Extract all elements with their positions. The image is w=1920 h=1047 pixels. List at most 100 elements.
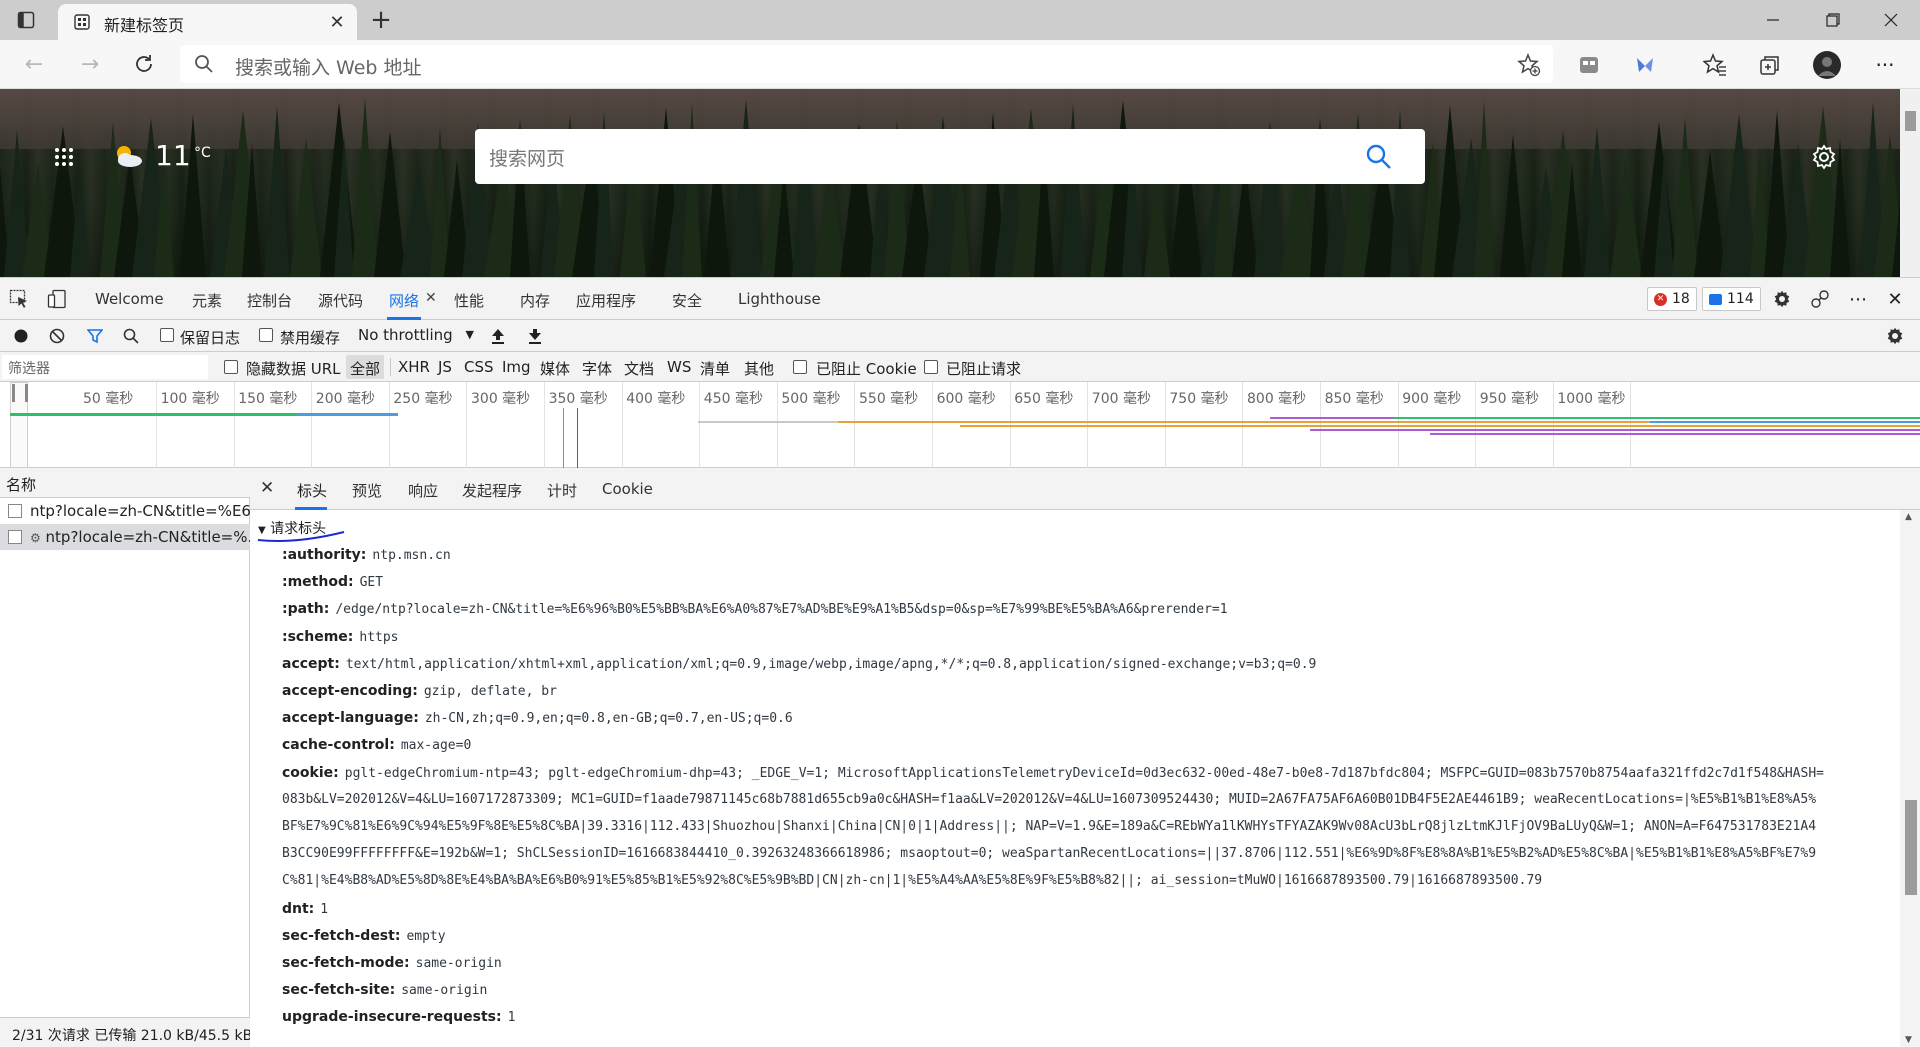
header-value: zh-CN,zh;q=0.9,en;q=0.8,en-GB;q=0.7,en-U… <box>424 711 793 727</box>
tab-console[interactable]: 控制台 <box>247 290 292 311</box>
tab-new-tab[interactable]: 新建标签页 ✕ <box>58 4 357 40</box>
tab-application[interactable]: 应用程序 <box>576 290 636 311</box>
filter-type-all[interactable]: 全部 <box>350 358 380 379</box>
timeline-tick-label: 800 毫秒 <box>1247 391 1307 407</box>
tab-memory[interactable]: 内存 <box>520 290 550 311</box>
network-settings-icon[interactable] <box>1886 327 1904 345</box>
more-options-icon[interactable]: ··· <box>1870 50 1900 80</box>
tab-sources[interactable]: 源代码 <box>318 290 363 311</box>
filter-input[interactable]: 筛选器 <box>2 355 208 379</box>
partly-cloudy-icon[interactable] <box>112 143 144 169</box>
tab-timing[interactable]: 计时 <box>547 480 577 501</box>
favorites-icon[interactable] <box>1700 50 1730 80</box>
apps-launcher-icon[interactable] <box>54 147 74 167</box>
blocked-cookies-checkbox[interactable] <box>793 360 807 374</box>
tab-headers[interactable]: 标头 <box>297 480 327 501</box>
network-filter-bar: 筛选器 隐藏数据 URL 全部 XHR JS CSS Img 媒体 字体 文档 … <box>0 352 1920 382</box>
preserve-log-checkbox[interactable] <box>160 328 174 342</box>
devtools-more-icon[interactable]: ⋯ <box>1847 288 1869 310</box>
tab-security[interactable]: 安全 <box>672 290 702 311</box>
timeline-tick-label: 150 毫秒 <box>238 391 298 407</box>
filter-type-css[interactable]: CSS <box>464 358 494 376</box>
collections-icon[interactable] <box>1755 50 1785 80</box>
search-icon[interactable] <box>122 327 140 345</box>
page-scrollbar[interactable] <box>1900 89 1920 277</box>
profile-avatar[interactable] <box>1812 50 1842 80</box>
filter-type-font[interactable]: 字体 <box>582 358 612 379</box>
tab-initiator[interactable]: 发起程序 <box>462 480 522 501</box>
restore-icon[interactable] <box>1810 4 1856 36</box>
minimize-icon[interactable] <box>1750 4 1796 36</box>
filter-type-media[interactable]: 媒体 <box>540 358 570 379</box>
network-overview-timeline[interactable]: 50 毫秒 100 毫秒 150 毫秒 200 毫秒 250 毫秒 300 毫秒 350 毫… <box>0 382 1920 468</box>
weather-temperature[interactable]: 11 <box>155 139 191 172</box>
timeline-gridline <box>932 382 933 468</box>
overview-grip-b <box>25 384 28 402</box>
tab-elements[interactable]: 元素 <box>192 290 222 311</box>
tab-actions-icon[interactable] <box>14 8 38 32</box>
header-value: empty <box>406 928 446 944</box>
name-column-header[interactable]: 名称 <box>0 468 250 498</box>
header-value: /edge/ntp?locale=zh-CN&title=%E6%96%B0%E… <box>335 602 1228 618</box>
filter-type-ws[interactable]: WS <box>667 358 691 376</box>
new-tab-button[interactable]: + <box>368 7 394 33</box>
close-tab-icon[interactable]: ✕ <box>327 12 347 33</box>
tab-lighthouse[interactable]: Lighthouse <box>738 290 821 308</box>
tab-network[interactable]: 网络 <box>389 290 419 311</box>
filter-type-img[interactable]: Img <box>502 358 531 376</box>
tab-welcome[interactable]: Welcome <box>95 290 164 308</box>
disable-cache-checkbox[interactable] <box>259 328 273 342</box>
filter-type-xhr[interactable]: XHR <box>398 358 430 376</box>
devtools-settings-icon[interactable] <box>1771 288 1793 310</box>
blocked-requests-checkbox[interactable] <box>924 360 938 374</box>
address-bar[interactable]: 搜索或输入 Web 地址 <box>180 45 1553 83</box>
filter-type-js[interactable]: JS <box>438 358 452 376</box>
filter-type-manifest[interactable]: 清单 <box>700 358 730 379</box>
details-scrollbar[interactable]: ▲ ▼ <box>1900 510 1920 1047</box>
tab-performance[interactable]: 性能 <box>454 290 484 311</box>
close-network-tab-icon[interactable]: ✕ <box>425 290 437 306</box>
message-count-badge[interactable]: 114 <box>1702 287 1761 311</box>
close-window-icon[interactable] <box>1868 4 1914 36</box>
error-count: 18 <box>1672 291 1690 307</box>
export-har-icon[interactable] <box>526 327 544 345</box>
record-icon[interactable] <box>12 327 30 345</box>
dom-content-loaded-marker <box>563 408 564 468</box>
clear-icon[interactable] <box>48 327 66 345</box>
refresh-icon[interactable] <box>128 48 160 80</box>
tab-response[interactable]: 响应 <box>408 480 438 501</box>
extension-icon[interactable] <box>1630 50 1660 80</box>
tab-cookies[interactable]: Cookie <box>602 480 653 498</box>
import-har-icon[interactable] <box>489 327 507 345</box>
throttling-select[interactable]: No throttling ▼ <box>354 324 476 348</box>
add-favorite-icon[interactable] <box>1517 53 1541 77</box>
hide-data-url-checkbox[interactable] <box>224 360 238 374</box>
close-details-icon[interactable]: ✕ <box>260 478 274 498</box>
scroll-up-icon[interactable]: ▲ <box>1905 512 1912 522</box>
collections-app-icon[interactable] <box>1574 50 1604 80</box>
timeline-gridline <box>156 382 157 468</box>
close-devtools-icon[interactable]: ✕ <box>1884 288 1906 310</box>
page-settings-gear-icon[interactable] <box>1811 144 1837 170</box>
search-icon[interactable] <box>1365 143 1393 171</box>
request-row[interactable]: ntp?locale=zh-CN&title=%E6... <box>0 498 250 524</box>
details-scroll-thumb[interactable] <box>1905 800 1917 895</box>
page-scroll-thumb[interactable] <box>1905 111 1916 131</box>
inspect-element-icon[interactable] <box>8 288 30 310</box>
forward-icon[interactable]: → <box>74 48 106 80</box>
timeline-gridline <box>699 382 701 468</box>
scroll-down-icon[interactable]: ▼ <box>1905 1035 1912 1045</box>
timeline-tick-label: 400 毫秒 <box>626 391 686 407</box>
request-name: ntp?locale=zh-CN&title=%E6... <box>30 502 250 520</box>
request-details: ✕ 标头 预览 响应 发起程序 计时 Cookie ▼ 请求标头 :author… <box>250 468 1920 1047</box>
device-emulation-icon[interactable] <box>46 288 68 310</box>
error-count-badge[interactable]: ✕ 18 <box>1647 287 1697 311</box>
connect-device-icon[interactable] <box>1809 288 1831 310</box>
filter-icon[interactable] <box>86 327 104 345</box>
filter-type-other[interactable]: 其他 <box>744 358 774 379</box>
filter-type-doc[interactable]: 文档 <box>624 358 654 379</box>
page-search-box[interactable]: 搜索网页 <box>475 129 1425 184</box>
request-row-selected[interactable]: ⚙ ntp?locale=zh-CN&title=%... <box>0 524 250 550</box>
back-icon[interactable]: ← <box>18 48 50 80</box>
tab-preview[interactable]: 预览 <box>352 480 382 501</box>
